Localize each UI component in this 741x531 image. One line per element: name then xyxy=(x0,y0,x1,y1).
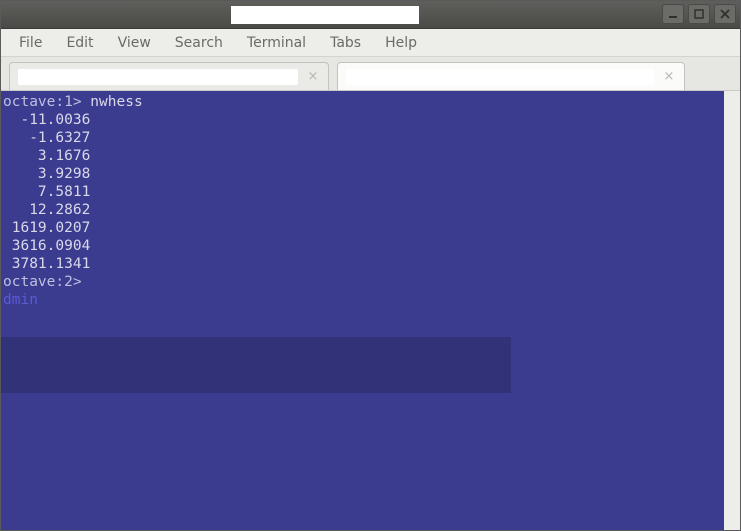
terminal-output-8: 3781.1341 xyxy=(3,255,722,273)
terminal-selection-rect xyxy=(1,337,511,393)
minimize-icon xyxy=(668,9,678,19)
terminal-output-5: 12.2862 xyxy=(3,201,722,219)
menu-view[interactable]: View xyxy=(106,31,163,55)
terminal-output-7: 3616.0904 xyxy=(3,237,722,255)
terminal-line-prompt2: octave:2> xyxy=(3,273,722,291)
terminal-link[interactable]: dmin xyxy=(3,291,722,309)
tab-2-label xyxy=(346,69,654,85)
tabbar: × × xyxy=(1,57,740,91)
terminal-output-1: -1.6327 xyxy=(3,129,722,147)
close-icon xyxy=(720,9,730,19)
maximize-icon xyxy=(694,9,704,19)
tab-2-close-icon[interactable]: × xyxy=(662,70,676,84)
close-button[interactable] xyxy=(714,4,736,24)
minimize-button[interactable] xyxy=(662,4,684,24)
terminal-output-4: 7.5811 xyxy=(3,183,722,201)
terminal-line-prompt1: octave:1> nwhess xyxy=(3,93,722,111)
tab-1-label xyxy=(18,69,298,85)
window-controls xyxy=(662,4,736,24)
maximize-button[interactable] xyxy=(688,4,710,24)
menu-search[interactable]: Search xyxy=(163,31,235,55)
menu-tabs[interactable]: Tabs xyxy=(318,31,373,55)
terminal-area[interactable]: octave:1> nwhess -11.0036 -1.6327 3.1676… xyxy=(1,91,740,530)
menubar: File Edit View Search Terminal Tabs Help xyxy=(1,29,740,57)
terminal-window: File Edit View Search Terminal Tabs Help… xyxy=(0,0,741,531)
menu-help[interactable]: Help xyxy=(373,31,429,55)
menu-terminal[interactable]: Terminal xyxy=(235,31,318,55)
tab-2[interactable]: × xyxy=(337,62,685,90)
window-title xyxy=(231,6,419,24)
terminal-output-0: -11.0036 xyxy=(3,111,722,129)
titlebar[interactable] xyxy=(1,1,740,29)
menu-edit[interactable]: Edit xyxy=(54,31,105,55)
terminal-output-2: 3.1676 xyxy=(3,147,722,165)
tab-1[interactable]: × xyxy=(9,62,329,90)
command-1: nwhess xyxy=(82,94,143,110)
tab-1-close-icon[interactable]: × xyxy=(306,70,320,84)
menu-file[interactable]: File xyxy=(7,31,54,55)
terminal-output-3: 3.9298 xyxy=(3,165,722,183)
terminal-output-6: 1619.0207 xyxy=(3,219,722,237)
prompt-2: octave:2> xyxy=(3,274,82,290)
prompt-1: octave:1> xyxy=(3,94,82,110)
